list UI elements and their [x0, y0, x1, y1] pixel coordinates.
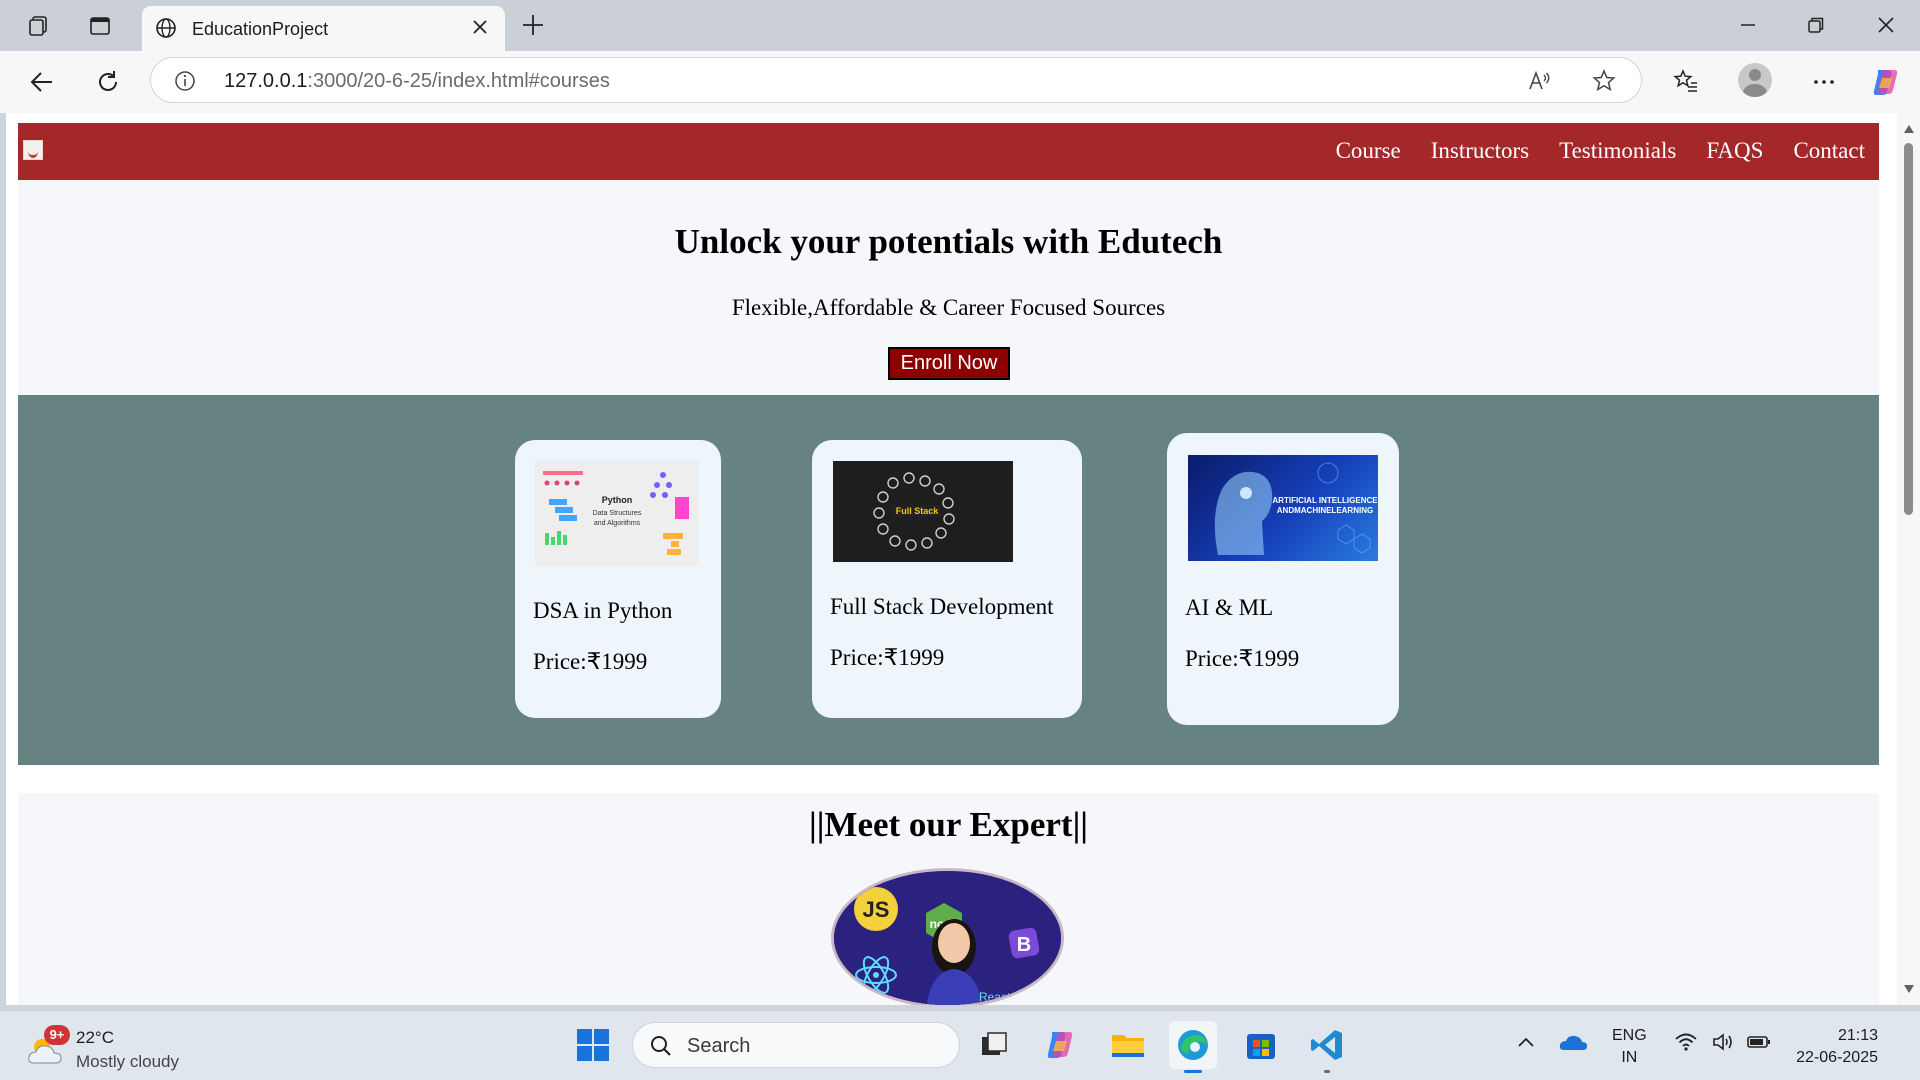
notification-badge: 9+ — [44, 1025, 70, 1045]
python-thumb-title: Python — [602, 495, 633, 505]
ai-thumb-line2: ANDMACHINELEARNING — [1277, 506, 1373, 515]
profile-avatar[interactable] — [1738, 63, 1772, 97]
volume-icon[interactable] — [1711, 1031, 1735, 1058]
scroll-thumb[interactable] — [1904, 143, 1913, 515]
scroll-up-arrow-icon[interactable] — [1903, 121, 1915, 139]
course-price: Price:₹1999 — [1185, 646, 1300, 671]
search-icon — [649, 1034, 673, 1063]
bootstrap-badge: B — [1017, 934, 1031, 956]
hero-section: Unlock your potentials with Edutech Flex… — [18, 180, 1879, 395]
course-thumbnail-full-stack: Full Stack — [833, 461, 1013, 562]
copilot-app-icon[interactable] — [1037, 1021, 1085, 1069]
course-price: Price:₹1999 — [533, 649, 648, 674]
js-badge: JS — [863, 897, 890, 922]
weather-widget[interactable]: 9+ 22°C Mostly cloudy — [24, 1019, 204, 1073]
courses-section: Python Data Structures and Algorithms DS… — [18, 395, 1879, 765]
nav-link-course[interactable]: Course — [1336, 138, 1401, 164]
expert-photo: JS node B React — [831, 868, 1064, 1005]
search-label: Search — [687, 1035, 751, 1057]
edge-browser-icon[interactable] — [1169, 1021, 1217, 1073]
wifi-icon[interactable] — [1674, 1031, 1698, 1058]
taskbar-search[interactable]: Search — [632, 1022, 960, 1068]
course-card-ai-ml[interactable]: ARTIFICIAL INTELLIGENCE ANDMACHINELEARNI… — [1167, 433, 1399, 725]
nav-link-contact[interactable]: Contact — [1793, 138, 1865, 164]
onedrive-icon[interactable] — [1558, 1031, 1588, 1058]
scroll-down-arrow-icon[interactable] — [1903, 981, 1915, 999]
clock-time: 21:13 — [1837, 1027, 1878, 1044]
enroll-now-button[interactable]: Enroll Now — [888, 347, 1010, 380]
back-arrow-icon[interactable] — [24, 64, 60, 100]
site-nav-links: Course Instructors Testimonials FAQS Con… — [1336, 138, 1865, 164]
tab-title: EducationProject — [192, 19, 329, 39]
site-info-icon[interactable] — [173, 69, 197, 98]
course-price: Price:₹1999 — [830, 645, 945, 670]
fullstack-thumb-title: Full Stack — [896, 506, 940, 516]
course-thumbnail-python: Python Data Structures and Algorithms — [535, 461, 699, 566]
restore-icon[interactable] — [1796, 10, 1836, 40]
course-name: Full Stack Development — [830, 594, 1054, 619]
more-options-icon[interactable] — [1806, 64, 1842, 100]
workspaces-icon[interactable] — [24, 12, 52, 40]
clock-date: 22-06-2025 — [1796, 1049, 1878, 1066]
close-tab-icon[interactable] — [469, 16, 491, 43]
vertical-tabs-icon[interactable] — [86, 12, 114, 40]
lang-region: IN — [1621, 1049, 1638, 1066]
site-logo[interactable] — [23, 140, 43, 160]
active-indicator — [1184, 1070, 1202, 1073]
hero-title: Unlock your potentials with Edutech — [674, 222, 1223, 261]
experts-heading: ||Meet our Expert|| — [809, 805, 1088, 844]
battery-icon[interactable] — [1746, 1031, 1772, 1058]
copilot-icon[interactable] — [1868, 64, 1904, 100]
nav-link-instructors[interactable]: Instructors — [1431, 138, 1529, 164]
globe-icon — [154, 16, 178, 45]
course-card-full-stack[interactable]: Full Stack Full Stack Development Price:… — [812, 440, 1082, 718]
microsoft-store-icon[interactable] — [1237, 1021, 1285, 1069]
vscode-icon[interactable] — [1303, 1021, 1351, 1073]
favorite-star-icon[interactable] — [1591, 68, 1617, 99]
browser-toolbar: 127.0.0.1:3000/20-6-25/index.html#course… — [0, 51, 1920, 113]
task-view-icon[interactable] — [970, 1021, 1018, 1069]
favorites-list-icon[interactable] — [1668, 64, 1704, 100]
address-bar[interactable]: 127.0.0.1:3000/20-6-25/index.html#course… — [150, 57, 1642, 103]
course-name: AI & ML — [1185, 595, 1274, 620]
page-viewport: Course Instructors Testimonials FAQS Con… — [6, 113, 1897, 1005]
react-badge: React — [979, 990, 1011, 1004]
windows-taskbar: 9+ 22°C Mostly cloudy Search ENG IN 21:1… — [0, 1010, 1920, 1080]
browser-tab-strip: EducationProject — [0, 0, 1920, 51]
new-tab-button[interactable] — [520, 12, 546, 43]
hero-subtitle: Flexible,Affordable & Career Focused Sou… — [731, 295, 1166, 320]
active-tab[interactable]: EducationProject — [142, 6, 505, 51]
ai-thumb-line1: ARTIFICIAL INTELLIGENCE — [1272, 496, 1378, 505]
minimize-icon[interactable] — [1728, 10, 1768, 40]
close-window-icon[interactable] — [1866, 10, 1906, 40]
chevron-up-icon[interactable] — [1514, 1031, 1538, 1060]
course-thumbnail-ai-ml: ARTIFICIAL INTELLIGENCE ANDMACHINELEARNI… — [1188, 455, 1378, 561]
course-card-dsa-python[interactable]: Python Data Structures and Algorithms DS… — [515, 440, 721, 718]
weather-temperature: 22°C — [76, 1028, 114, 1047]
clock[interactable]: 21:13 22-06-2025 — [1790, 1025, 1878, 1069]
course-name: DSA in Python — [533, 598, 673, 623]
nav-link-faqs[interactable]: FAQS — [1706, 138, 1763, 164]
language-indicator[interactable]: ENG IN — [1612, 1025, 1647, 1069]
refresh-icon[interactable] — [90, 64, 126, 100]
site-navbar: Course Instructors Testimonials FAQS Con… — [18, 123, 1879, 180]
file-explorer-icon[interactable] — [1104, 1021, 1152, 1069]
page-scrollbar[interactable] — [1897, 113, 1920, 1005]
url-text: 127.0.0.1:3000/20-6-25/index.html#course… — [224, 70, 610, 92]
read-aloud-icon[interactable] — [1527, 68, 1553, 99]
experts-section: ||Meet our Expert|| JS node B Rea — [18, 793, 1879, 1005]
python-thumb-line2: Data Structures — [593, 510, 642, 517]
weather-condition: Mostly cloudy — [76, 1052, 179, 1071]
python-thumb-line3: and Algorithms — [594, 520, 641, 527]
lang-code: ENG — [1612, 1027, 1647, 1044]
start-button[interactable] — [569, 1021, 617, 1069]
nav-link-testimonials[interactable]: Testimonials — [1559, 138, 1676, 164]
running-indicator — [1324, 1070, 1330, 1073]
